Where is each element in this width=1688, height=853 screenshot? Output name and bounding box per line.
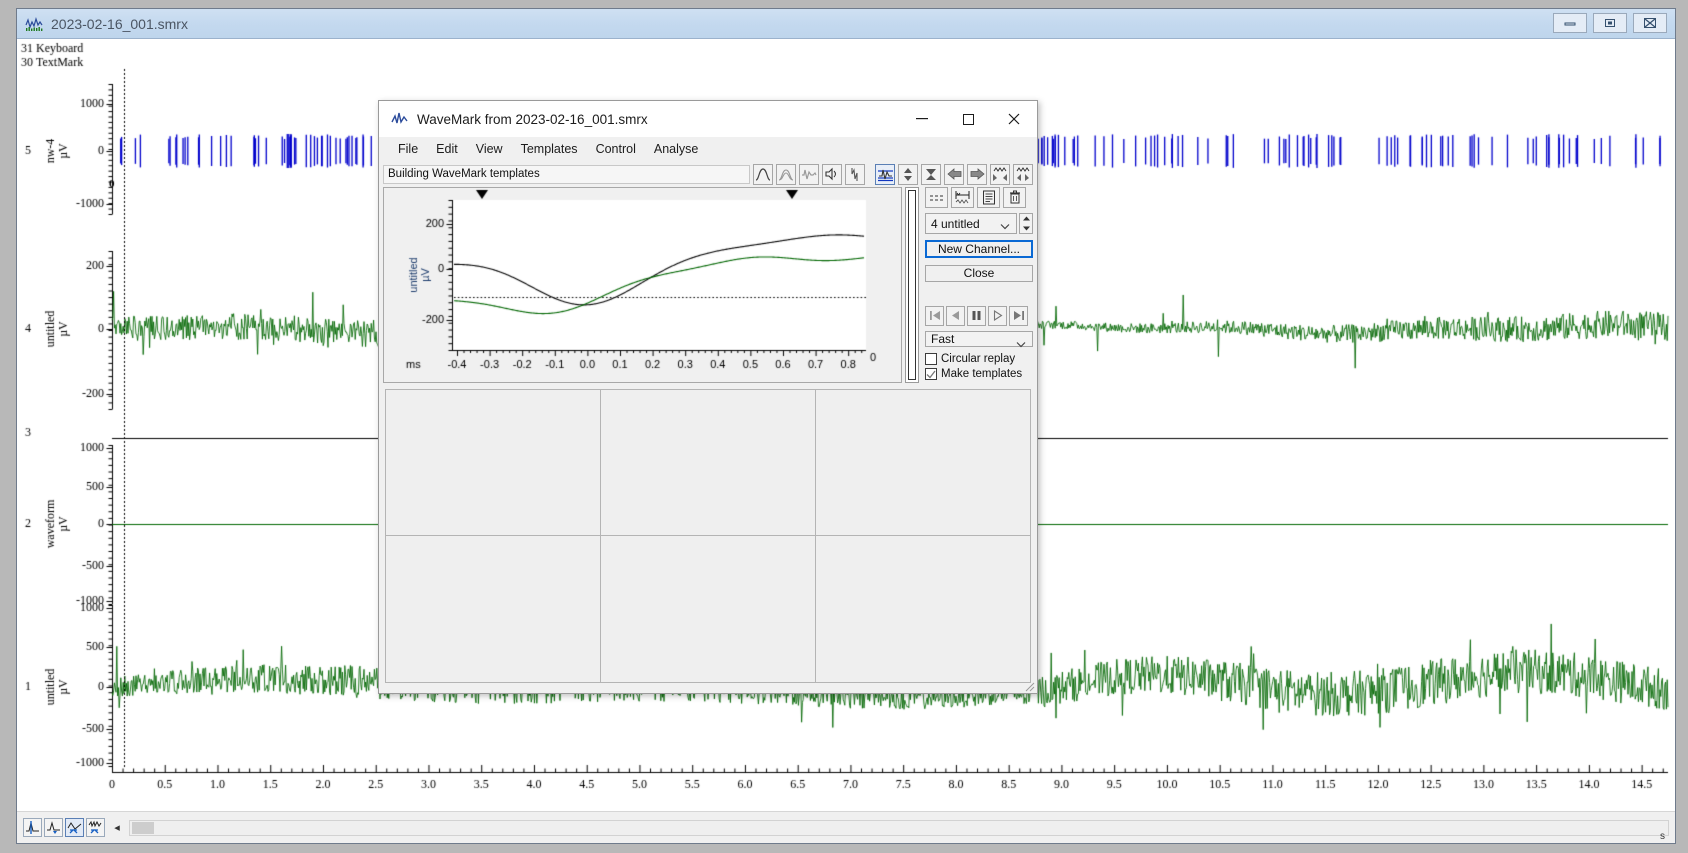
wavemark-upper-section: 4 untitled New Channel... Close Fast Cir… xyxy=(379,187,1037,383)
template-plot[interactable] xyxy=(383,187,902,383)
skip-end-icon[interactable] xyxy=(1009,305,1028,326)
wavemark-dialog[interactable]: WaveMark from 2023-02-16_001.smrx File E… xyxy=(378,100,1038,694)
menu-templates[interactable]: Templates xyxy=(512,140,587,158)
chevron-down-icon xyxy=(1000,219,1010,233)
circular-replay-row[interactable]: Circular replay xyxy=(925,353,1033,365)
cursor-tool-icon[interactable] xyxy=(23,818,42,837)
template-grid-row xyxy=(385,536,1031,683)
template-plot-vertical-scrollbar[interactable] xyxy=(905,187,919,383)
status-text: Building WaveMark templates xyxy=(383,164,750,184)
wavemark-titlebar: WaveMark from 2023-02-16_001.smrx xyxy=(379,101,1037,137)
wavemark-menubar[interactable]: File Edit View Templates Control Analyse xyxy=(379,137,1037,161)
waveform-icon xyxy=(25,16,43,32)
single-template-icon[interactable] xyxy=(753,163,773,185)
close-button[interactable]: Close xyxy=(925,265,1033,282)
sound-icon[interactable] xyxy=(822,163,842,185)
side-panel-icon-row xyxy=(925,187,1033,208)
circular-replay-label: Circular replay xyxy=(941,353,1016,365)
close-icon[interactable] xyxy=(1633,13,1667,33)
new-channel-button[interactable]: New Channel... xyxy=(925,240,1033,258)
step-back-icon[interactable] xyxy=(946,305,965,326)
spike-shape-icon[interactable] xyxy=(86,818,105,837)
trigger-levels-icon[interactable] xyxy=(875,163,895,185)
scrollbar-thumb[interactable] xyxy=(132,821,154,834)
wavemark-toolbar[interactable]: Building WaveMark templates xyxy=(379,161,1037,187)
menu-analyse[interactable]: Analyse xyxy=(645,140,707,158)
chevron-down-icon xyxy=(1016,337,1026,351)
playback-controls xyxy=(925,305,1033,326)
channel-select-value: 4 untitled xyxy=(931,216,980,231)
spinner-up[interactable] xyxy=(1020,214,1032,224)
menu-file[interactable]: File xyxy=(389,140,427,158)
menu-view[interactable]: View xyxy=(467,140,512,158)
main-window-titlebar: 2023-02-16_001.smrx xyxy=(17,9,1675,39)
template-cell[interactable] xyxy=(601,389,816,536)
speed-select[interactable]: Fast xyxy=(925,330,1033,348)
wavemark-side-panel: 4 untitled New Channel... Close Fast Cir… xyxy=(925,187,1033,383)
template-cell[interactable] xyxy=(385,389,601,536)
channel-select[interactable]: 4 untitled xyxy=(925,213,1017,234)
x-axis-unit-label: s xyxy=(1660,831,1665,842)
wavemark-body: 4 untitled New Channel... Close Fast Cir… xyxy=(379,187,1037,693)
minimize-icon[interactable] xyxy=(899,101,945,137)
main-window-title: 2023-02-16_001.smrx xyxy=(51,15,188,32)
play-icon[interactable] xyxy=(988,305,1007,326)
maximize-icon[interactable] xyxy=(945,101,991,137)
vertical-scale-icon[interactable] xyxy=(898,163,918,185)
make-templates-checkbox[interactable] xyxy=(925,368,937,380)
chevron-left-icon[interactable]: ◂ xyxy=(111,820,123,836)
minimize-icon[interactable] xyxy=(1553,13,1587,33)
collapse-in-icon[interactable] xyxy=(990,163,1010,185)
menu-edit[interactable]: Edit xyxy=(427,140,467,158)
maximize-icon[interactable] xyxy=(1593,13,1627,33)
spinner-down[interactable] xyxy=(1020,224,1032,234)
main-window-bottom-bar: ◂ s xyxy=(17,811,1675,843)
wavemark-dialog-title: WaveMark from 2023-02-16_001.smrx xyxy=(417,111,648,127)
template-width-icon[interactable] xyxy=(951,187,974,208)
template-grid-row xyxy=(385,389,1031,536)
resize-grip[interactable] xyxy=(1025,681,1035,692)
scrollbar-thumb[interactable] xyxy=(908,190,916,380)
application-background: 2023-02-16_001.smrx ◂ s WaveMark from 20… xyxy=(0,0,1688,853)
close-icon[interactable] xyxy=(991,101,1037,137)
measure-icon[interactable] xyxy=(65,818,84,837)
make-templates-row[interactable]: Make templates xyxy=(925,368,1033,380)
delete-icon[interactable] xyxy=(1003,187,1026,208)
menu-control[interactable]: Control xyxy=(587,140,645,158)
add-cursor-icon[interactable] xyxy=(44,818,63,837)
circular-replay-checkbox[interactable] xyxy=(925,353,937,365)
expand-out-icon[interactable] xyxy=(1013,163,1033,185)
arrow-left-icon[interactable] xyxy=(944,163,964,185)
skip-start-icon[interactable] xyxy=(925,305,944,326)
overdraw-template-icon[interactable] xyxy=(776,163,796,185)
template-list-icon[interactable] xyxy=(977,187,1000,208)
template-cell[interactable] xyxy=(385,536,601,683)
spinner-icon[interactable] xyxy=(1019,213,1033,234)
hourglass-icon[interactable] xyxy=(921,163,941,185)
channel-select-row: 4 untitled xyxy=(925,213,1033,234)
horizontal-scrollbar[interactable] xyxy=(129,819,1669,836)
waveform-icon xyxy=(391,111,409,127)
dashed-lines-icon[interactable] xyxy=(925,187,948,208)
template-grid xyxy=(379,383,1037,693)
template-cell[interactable] xyxy=(601,536,816,683)
template-cell[interactable] xyxy=(816,389,1031,536)
raw-trace-icon[interactable] xyxy=(799,163,819,185)
speed-select-value: Fast xyxy=(931,331,955,346)
template-cell[interactable] xyxy=(816,536,1031,683)
template-plot-canvas[interactable] xyxy=(384,188,878,382)
pause-icon[interactable] xyxy=(967,305,986,326)
spike-trace-icon[interactable] xyxy=(845,163,865,185)
main-window-controls xyxy=(1553,13,1667,33)
make-templates-label: Make templates xyxy=(941,368,1023,380)
wavemark-window-controls xyxy=(899,101,1037,137)
arrow-right-icon[interactable] xyxy=(967,163,987,185)
